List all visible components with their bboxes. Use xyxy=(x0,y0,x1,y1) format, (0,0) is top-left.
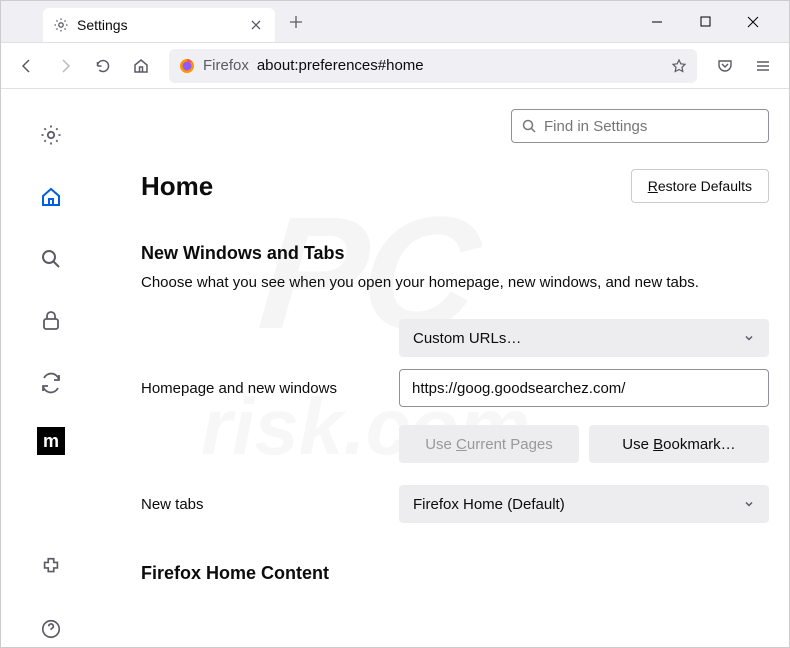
firefox-icon xyxy=(179,58,195,74)
sidebar-item-general[interactable] xyxy=(33,117,69,153)
sidebar-item-privacy[interactable] xyxy=(33,303,69,339)
settings-main: Home Restore Defaults New Windows and Ta… xyxy=(101,89,789,647)
sidebar-item-home[interactable] xyxy=(33,179,69,215)
back-button[interactable] xyxy=(11,50,43,82)
pocket-icon[interactable] xyxy=(709,50,741,82)
page-title: Home xyxy=(141,171,213,202)
home-button[interactable] xyxy=(125,50,157,82)
nav-toolbar: Firefox about:preferences#home xyxy=(1,43,789,89)
new-tab-button[interactable] xyxy=(281,7,311,37)
url-bar[interactable]: Firefox about:preferences#home xyxy=(169,49,697,83)
window-controls xyxy=(643,8,789,36)
chevron-down-icon xyxy=(743,498,755,510)
maximize-button[interactable] xyxy=(691,8,719,36)
settings-search-input[interactable] xyxy=(544,118,758,135)
sidebar-item-extensions[interactable] xyxy=(33,549,69,585)
settings-search-field[interactable] xyxy=(511,109,769,143)
chevron-down-icon xyxy=(743,332,755,344)
menu-button[interactable] xyxy=(747,50,779,82)
select-value: Custom URLs… xyxy=(413,330,521,347)
settings-sidebar: m xyxy=(1,89,101,647)
url-text: about:preferences#home xyxy=(257,57,424,74)
tab-title: Settings xyxy=(77,17,128,33)
url-identity: Firefox xyxy=(203,57,249,74)
homepage-label: Homepage and new windows xyxy=(141,380,399,397)
gear-icon xyxy=(53,17,69,33)
use-bookmark-button[interactable]: Use Bookmark… xyxy=(589,425,769,463)
restore-defaults-button[interactable]: Restore Defaults xyxy=(631,169,769,203)
homepage-url-input[interactable] xyxy=(399,369,769,407)
section-heading: New Windows and Tabs xyxy=(141,243,769,264)
sidebar-item-help[interactable] xyxy=(33,611,69,647)
homepage-select[interactable]: Custom URLs… xyxy=(399,319,769,357)
section-heading: Firefox Home Content xyxy=(141,563,769,584)
search-icon xyxy=(522,119,536,133)
minimize-button[interactable] xyxy=(643,8,671,36)
reload-button[interactable] xyxy=(87,50,119,82)
close-button[interactable] xyxy=(739,8,767,36)
section-description: Choose what you see when you open your h… xyxy=(141,274,769,291)
use-current-pages-button[interactable]: Use Current Pages xyxy=(399,425,579,463)
browser-tab[interactable]: Settings xyxy=(43,8,275,42)
newtabs-select[interactable]: Firefox Home (Default) xyxy=(399,485,769,523)
sidebar-item-sync[interactable] xyxy=(33,365,69,401)
sidebar-item-search[interactable] xyxy=(33,241,69,277)
select-value: Firefox Home (Default) xyxy=(413,496,565,513)
bookmark-star-icon[interactable] xyxy=(671,58,687,74)
forward-button[interactable] xyxy=(49,50,81,82)
close-icon[interactable] xyxy=(247,16,265,34)
titlebar: Settings xyxy=(1,1,789,43)
more-from-mozilla-icon[interactable]: m xyxy=(37,427,65,455)
newtabs-label: New tabs xyxy=(141,496,399,513)
